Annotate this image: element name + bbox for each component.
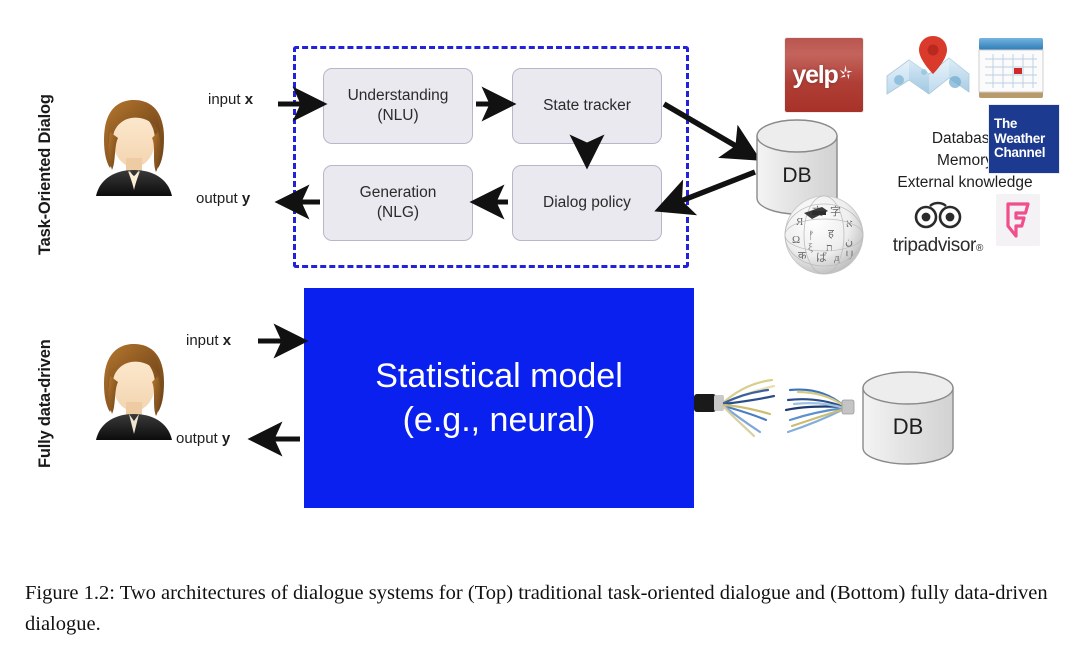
yelp-logo-text: yelp xyxy=(792,60,838,89)
knowledge-line-external-knowledge: External knowledge xyxy=(897,174,1033,191)
calendar-icon xyxy=(975,34,1047,102)
weather-channel-logo: The Weather Channel xyxy=(988,104,1060,174)
yelp-logo: yelp xyxy=(785,38,863,112)
twc-line3: Channel xyxy=(994,145,1046,161)
frayed-ethernet-cable-icon xyxy=(694,366,864,442)
foursquare-f-icon xyxy=(1006,202,1030,238)
figure-caption: Figure 1.2: Two architectures of dialogu… xyxy=(25,582,1048,635)
arrow-db-to-dialog-policy xyxy=(654,169,757,216)
svg-text:Ω: Ω xyxy=(792,234,800,246)
svg-text:ᚠ: ᚠ xyxy=(808,230,815,242)
tripadvisor-logo: tripadvisor® xyxy=(876,200,1000,257)
tripadvisor-owl-icon xyxy=(914,201,962,229)
yelp-burst-icon xyxy=(839,65,853,80)
svg-text:ξ: ξ xyxy=(808,242,813,254)
svg-text:ת: ת xyxy=(826,242,833,254)
svg-text:リ: リ xyxy=(844,250,855,262)
tripadvisor-registered-mark: ® xyxy=(975,243,984,254)
folded-map-pin-icon xyxy=(885,30,971,106)
twc-line2: Weather xyxy=(994,130,1045,146)
svg-text:DB: DB xyxy=(893,414,924,439)
wikipedia-globe-icon: Я文字 אΩᚠ हنक ばдξ תリ xyxy=(782,193,866,277)
twc-line1: The xyxy=(994,116,1018,132)
svg-text:DB: DB xyxy=(782,164,811,187)
foursquare-logo xyxy=(996,194,1040,246)
svg-text:ह: ह xyxy=(828,228,834,240)
arrow-state-tracker-to-db xyxy=(662,101,762,161)
figure-container: Task-Oriented Dialog input x output y Un… xyxy=(0,0,1080,662)
tripadvisor-logo-text: tripadvisor xyxy=(892,235,977,256)
database-cylinder-icon-bottom: DB xyxy=(860,371,956,468)
svg-text:д: д xyxy=(834,252,840,264)
